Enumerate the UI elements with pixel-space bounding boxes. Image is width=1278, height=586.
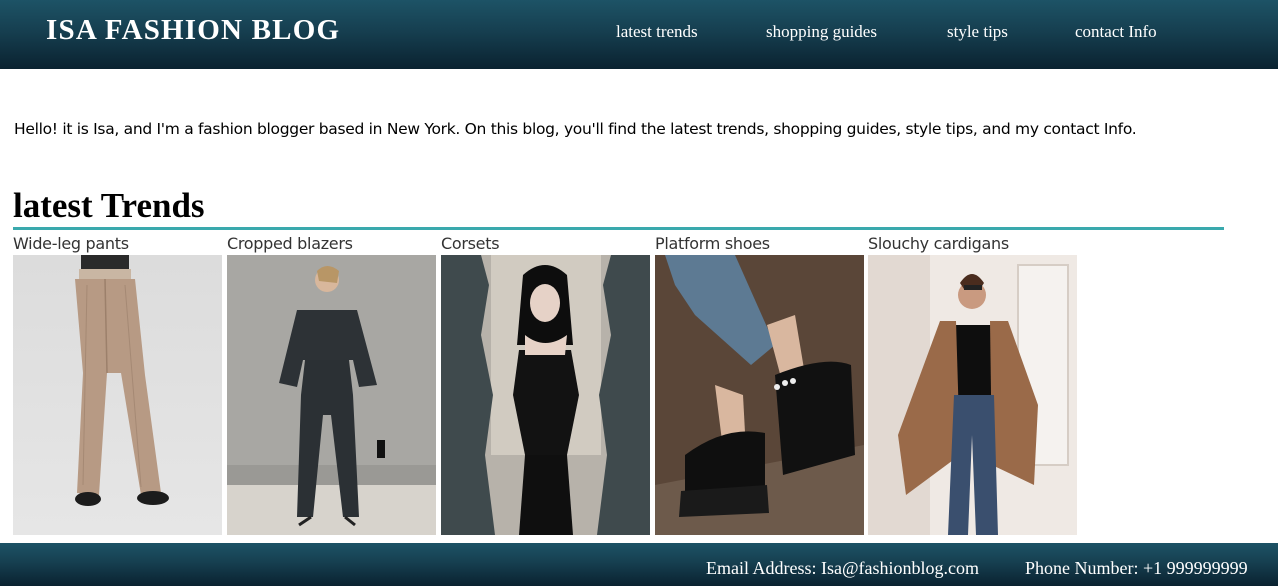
section-divider (13, 227, 1224, 230)
trend-label: Slouchy cardigans (868, 234, 1009, 253)
section-title-latest-trends: latest Trends (13, 186, 205, 225)
site-header: ISA FASHION BLOG latest trends shopping … (0, 0, 1278, 69)
slouchy-cardigan-image (868, 255, 1077, 535)
nav-link-latest-trends[interactable]: latest trends (616, 22, 698, 42)
site-footer: Email Address: Isa@fashionblog.com Phone… (0, 543, 1278, 586)
nav-link-contact-info[interactable]: contact Info (1075, 22, 1157, 42)
trend-label: Wide-leg pants (13, 234, 129, 253)
trend-card-slouchy-cardigans: Slouchy cardigans (868, 232, 1077, 535)
trend-card-wide-leg-pants: Wide-leg pants (13, 232, 222, 535)
intro-paragraph: Hello! it is Isa, and I'm a fashion blog… (14, 120, 1137, 138)
nav-link-shopping-guides[interactable]: shopping guides (766, 22, 877, 42)
trend-card-platform-shoes: Platform shoes (655, 232, 864, 535)
cropped-blazer-image (227, 255, 436, 535)
footer-phone: Phone Number: +1 999999999 (1025, 558, 1248, 578)
footer-email: Email Address: Isa@fashionblog.com (706, 558, 980, 578)
trend-label: Cropped blazers (227, 234, 353, 253)
trend-label: Platform shoes (655, 234, 770, 253)
nav-link-style-tips[interactable]: style tips (947, 22, 1008, 42)
trend-card-corsets: Corsets (441, 232, 650, 535)
trend-card-cropped-blazers: Cropped blazers (227, 232, 436, 535)
trend-label: Corsets (441, 234, 500, 253)
site-title: ISA FASHION BLOG (46, 14, 341, 46)
corset-image (441, 255, 650, 535)
platform-shoes-image (655, 255, 864, 535)
wide-leg-pants-image (13, 255, 222, 535)
